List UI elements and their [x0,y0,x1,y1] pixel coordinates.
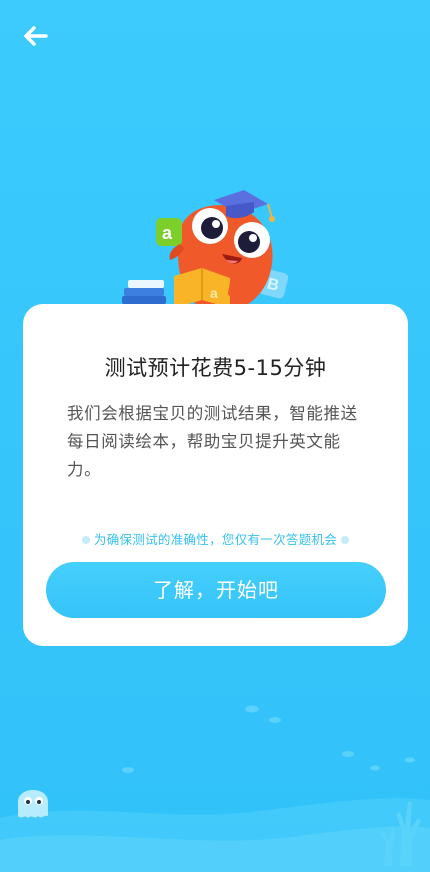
test-intro-screen: B a a 测试预计花费5-15分钟 我们会根据宝贝的测试结果，智能推送每日阅读… [0,0,430,872]
arrow-left-icon [24,26,48,46]
fish-icon [122,705,415,773]
notice-text: 为确保测试的准确性，您仅有一次答题机会 [93,532,338,547]
flower-dot-icon [341,535,350,544]
mascot-illustration: B a a [122,190,289,312]
letter-a-card-icon: a [156,218,182,246]
books-icon [122,280,166,304]
card-title: 测试预计花费5-15分钟 [104,356,327,380]
intro-card: 测试预计花费5-15分钟 我们会根据宝贝的测试结果，智能推送每日阅读绘本，帮助宝… [23,304,408,646]
sea-decoration [0,705,430,872]
one-chance-notice: 为确保测试的准确性，您仅有一次答题机会 [23,529,408,548]
card-description: 我们会根据宝贝的测试结果，智能推送每日阅读绘本，帮助宝贝提升英文能力。 [67,404,358,479]
jellyfish-icon [18,790,48,818]
back-button[interactable] [14,18,58,54]
flower-dot-icon [81,535,90,544]
start-button[interactable]: 了解，开始吧 [46,562,386,618]
svg-text:a: a [210,285,218,301]
svg-text:a: a [162,223,173,243]
